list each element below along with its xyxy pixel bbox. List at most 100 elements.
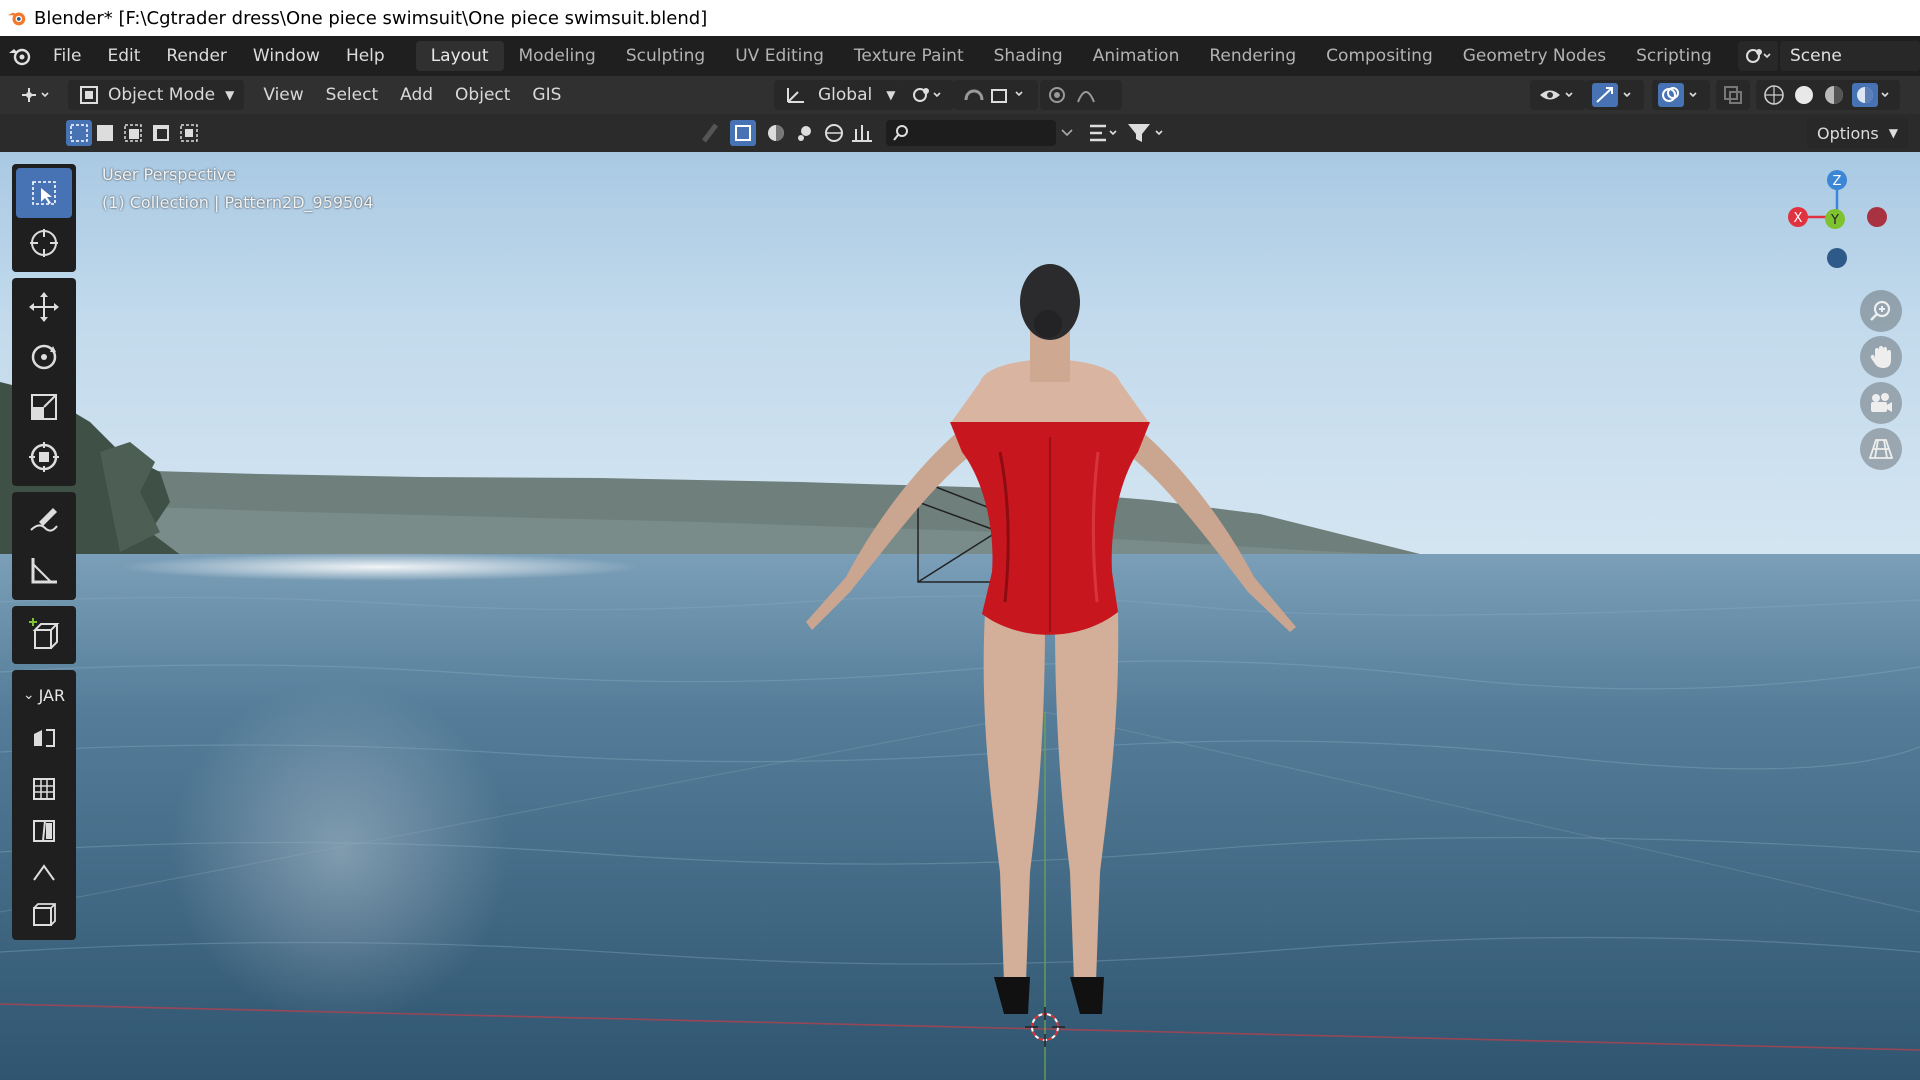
- add-cube-icon: [29, 618, 60, 649]
- scene-backdrop: [0, 264, 1920, 1080]
- curve-tool-button[interactable]: [16, 852, 72, 894]
- options-label: Options: [1817, 123, 1879, 143]
- tab-sculpting[interactable]: Sculpting: [611, 41, 720, 71]
- pivot-point-dropdown[interactable]: [902, 80, 954, 110]
- transform-orientation-dropdown[interactable]: Global ▼: [774, 80, 906, 110]
- chevron-down-icon: ▼: [1888, 126, 1898, 140]
- annotate-pencil-icon: [30, 508, 58, 532]
- tab-uv-editing[interactable]: UV Editing: [720, 41, 839, 71]
- tab-compositing[interactable]: Compositing: [1311, 41, 1448, 71]
- tab-animation[interactable]: Animation: [1078, 41, 1195, 71]
- xray-toggle[interactable]: [1716, 80, 1750, 110]
- options-dropdown[interactable]: Options ▼: [1807, 118, 1908, 148]
- selection-mode-buttons[interactable]: [66, 120, 214, 146]
- tool-group-select: [12, 164, 76, 272]
- select-box-tool[interactable]: [16, 168, 72, 218]
- header-menu-view[interactable]: View: [252, 85, 314, 105]
- orientation-label: Global: [818, 85, 873, 105]
- tool-shelf: ⌄ JAR: [12, 164, 76, 946]
- gizmo-toggle[interactable]: [1586, 80, 1644, 110]
- measure-ruler-icon: [31, 558, 57, 584]
- tool-group-add: [12, 606, 76, 664]
- peak-curve-icon: [33, 864, 55, 881]
- box-tool-button[interactable]: [16, 894, 72, 936]
- viewport-subheader: Options ▼: [0, 114, 1920, 152]
- menu-file[interactable]: File: [40, 36, 94, 76]
- svg-text:X: X: [1794, 211, 1803, 226]
- chevron-down-icon: ⌄: [22, 687, 35, 703]
- chevron-down-icon: ▼: [886, 88, 896, 102]
- grid-tool-button[interactable]: [16, 768, 72, 810]
- menu-edit[interactable]: Edit: [94, 36, 153, 76]
- add-cube-tool[interactable]: [16, 610, 72, 660]
- blender-menu-icon[interactable]: [0, 45, 40, 67]
- scene-name-field[interactable]: Scene: [1780, 41, 1920, 71]
- menu-help[interactable]: Help: [333, 36, 398, 76]
- window-title: Blender* [F:\Cgtrader dress\One piece sw…: [34, 7, 708, 29]
- blender-app-icon: [7, 12, 26, 26]
- navigation-gizmo[interactable]: Z X Y: [1780, 162, 1920, 282]
- zoom-button[interactable]: [1860, 290, 1902, 332]
- transform-tool[interactable]: [16, 432, 72, 482]
- header-menu-object[interactable]: Object: [444, 85, 521, 105]
- measure-tool[interactable]: [16, 546, 72, 596]
- mode-label: Object Mode: [108, 85, 216, 105]
- scene-icon[interactable]: [1738, 41, 1778, 71]
- tab-shading[interactable]: Shading: [979, 41, 1078, 71]
- tool-group-transform: [12, 278, 76, 486]
- header-menu-add[interactable]: Add: [389, 85, 444, 105]
- tab-texture-paint[interactable]: Texture Paint: [839, 41, 979, 71]
- 3d-viewport[interactable]: User Perspective (1) Collection | Patter…: [0, 152, 1920, 1080]
- jar-tool-button[interactable]: [16, 716, 72, 758]
- select-box-icon: [32, 181, 56, 205]
- move-icon: [29, 292, 59, 322]
- window-titlebar: Blender* [F:\Cgtrader dress\One piece sw…: [0, 0, 1920, 36]
- camera-view-button[interactable]: [1860, 382, 1902, 424]
- box-icon: [33, 903, 56, 926]
- tab-scripting[interactable]: Scripting: [1621, 41, 1727, 71]
- transform-icon: [29, 442, 59, 472]
- svg-text:Y: Y: [1830, 213, 1839, 228]
- orientation-icon: [787, 88, 804, 103]
- proportional-editing-toggle[interactable]: [1040, 80, 1122, 110]
- jar-section-header[interactable]: ⌄ JAR: [16, 674, 72, 716]
- shading-mode-buttons[interactable]: [1756, 80, 1900, 110]
- header-menu-gis[interactable]: GIS: [521, 85, 572, 105]
- svg-text:Z: Z: [1833, 174, 1842, 189]
- zoom-icon: [1870, 300, 1891, 321]
- overlays-toggle[interactable]: [1652, 80, 1710, 110]
- perspective-toggle-button[interactable]: [1860, 428, 1902, 470]
- chevron-down-icon: ▼: [225, 88, 235, 102]
- cursor-icon: [30, 229, 58, 257]
- viewport-perspective-label: User Perspective: [102, 165, 237, 184]
- jar-tool-icon: [34, 729, 55, 747]
- tool-group-jar: ⌄ JAR: [12, 670, 76, 940]
- split-tool-button[interactable]: [16, 810, 72, 852]
- editor-type-icon[interactable]: [10, 80, 60, 110]
- filter-icons[interactable]: [1056, 120, 1176, 146]
- filter-toolbar[interactable]: [700, 119, 1176, 147]
- menu-window[interactable]: Window: [240, 36, 333, 76]
- tab-geometry-nodes[interactable]: Geometry Nodes: [1448, 41, 1621, 71]
- grid-icon: [33, 778, 55, 800]
- move-tool[interactable]: [16, 282, 72, 332]
- tab-layout[interactable]: Layout: [415, 41, 504, 71]
- mode-dropdown[interactable]: Object Mode ▼: [68, 80, 245, 110]
- scale-icon: [31, 394, 57, 420]
- cursor-tool[interactable]: [16, 218, 72, 268]
- rotate-tool[interactable]: [16, 332, 72, 382]
- rotate-icon: [31, 344, 57, 370]
- viewport-header: Object Mode ▼ View Select Add Object GIS…: [0, 76, 1920, 114]
- tool-group-annotate: [12, 492, 76, 600]
- visibility-dropdown[interactable]: [1530, 80, 1586, 110]
- tab-rendering[interactable]: Rendering: [1194, 41, 1311, 71]
- snap-toggle[interactable]: [954, 80, 1038, 110]
- scale-tool[interactable]: [16, 382, 72, 432]
- pan-button[interactable]: [1860, 336, 1902, 378]
- header-menu-select[interactable]: Select: [315, 85, 389, 105]
- object-mode-icon: [80, 86, 98, 104]
- annotate-tool[interactable]: [16, 496, 72, 546]
- tab-modeling[interactable]: Modeling: [504, 41, 611, 71]
- viewport-search-input[interactable]: [886, 120, 1056, 146]
- menu-render[interactable]: Render: [153, 36, 240, 76]
